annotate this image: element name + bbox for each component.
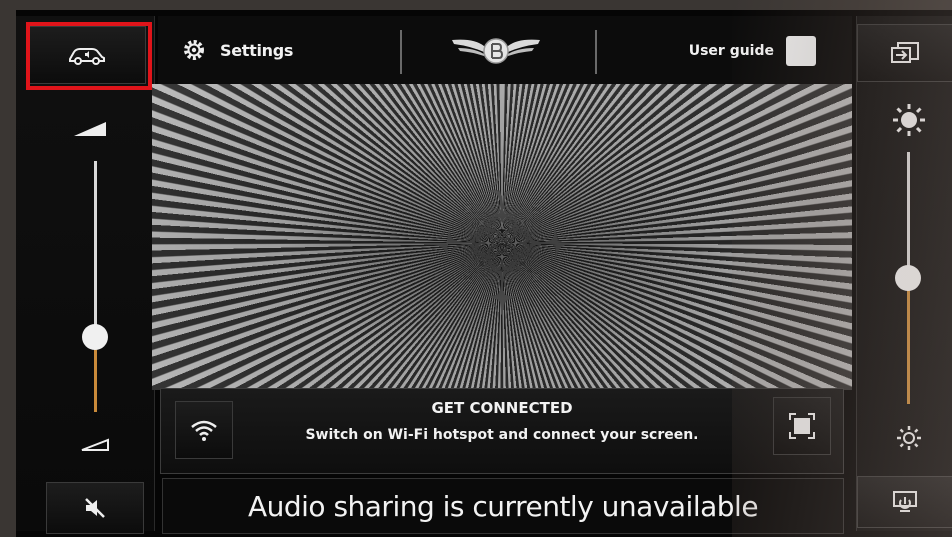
get-connected-message: Switch on Wi-Fi hotspot and connect your…	[305, 427, 699, 443]
mute-button[interactable]	[46, 482, 144, 534]
brightness-slider-fill	[907, 278, 910, 404]
get-connected-panel: GET CONNECTED Switch on Wi-Fi hotspot an…	[160, 388, 844, 474]
user-guide-button[interactable]: User guide	[689, 36, 816, 66]
power-button[interactable]	[857, 476, 952, 528]
winged-b-logo-icon	[452, 38, 540, 64]
divider	[595, 30, 597, 74]
divider	[400, 30, 402, 74]
hero-pattern-image	[152, 84, 852, 390]
left-panel	[16, 16, 155, 534]
user-guide-checkbox[interactable]	[786, 36, 816, 66]
exit-button[interactable]	[857, 24, 952, 82]
volume-high-icon	[74, 122, 106, 136]
settings-button[interactable]: Settings	[182, 38, 293, 62]
power-icon	[893, 491, 917, 512]
fullscreen-icon	[789, 413, 815, 439]
audio-sharing-banner: Audio sharing is currently unavailable	[162, 478, 844, 534]
fullscreen-button[interactable]	[773, 397, 831, 455]
volume-low-icon	[81, 438, 109, 451]
gear-icon	[184, 40, 204, 60]
get-connected-title: GET CONNECTED	[431, 399, 573, 417]
user-guide-label: User guide	[688, 43, 774, 59]
exit-icon	[891, 42, 919, 63]
top-bar: Settings User guide	[158, 16, 852, 87]
right-panel	[856, 16, 952, 531]
sun-icon	[893, 104, 925, 136]
volume-slider-knob[interactable]	[82, 323, 108, 350]
brightness-slider-knob[interactable]	[895, 265, 921, 291]
sun-small-icon	[897, 426, 921, 450]
mute-icon	[85, 498, 105, 518]
audio-sharing-message: Audio sharing is currently unavailable	[247, 489, 759, 523]
car-audio-icon	[69, 48, 105, 65]
car-audio-button[interactable]	[28, 26, 146, 84]
settings-label: Settings	[220, 40, 294, 60]
